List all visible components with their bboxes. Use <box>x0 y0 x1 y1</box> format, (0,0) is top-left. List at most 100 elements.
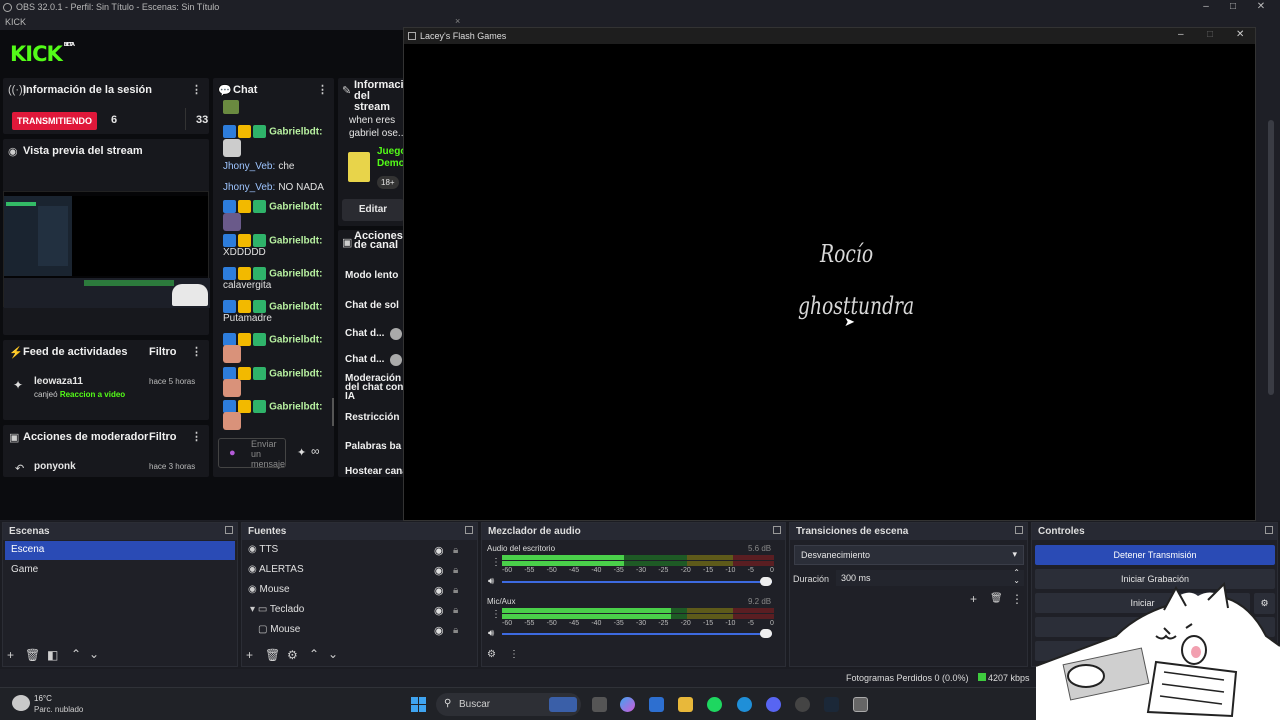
taskbar-search[interactable]: ⚲ Buscar <box>436 693 581 716</box>
mixer-menu-icon[interactable]: ⋮ <box>509 649 519 660</box>
close-icon[interactable]: ✕ <box>1254 1 1268 13</box>
game-window[interactable]: Lacey's Flash Games – □ ✕ Rocío ghosttun… <box>403 27 1256 521</box>
visibility-eye-icon[interactable]: ◉ <box>434 564 444 577</box>
chat-emote <box>223 213 241 231</box>
chat-option[interactable]: Chat d... <box>345 328 384 339</box>
channel-menu-icon[interactable]: ⋮ <box>491 557 501 568</box>
lock-icon[interactable]: 🔒︎ <box>453 565 458 576</box>
restriction-option[interactable]: Restricción <box>345 412 399 423</box>
source-item[interactable]: ◉ ALERTAS <box>248 564 304 584</box>
add-icon[interactable]: + <box>970 592 977 606</box>
move-down-icon[interactable]: ⌄ <box>328 647 338 661</box>
channel-menu-icon[interactable]: ⋮ <box>491 609 501 620</box>
moderator-filter-button[interactable]: Filtro <box>149 431 177 443</box>
move-down-icon[interactable]: ⌄ <box>89 647 99 661</box>
ai-moderation-option[interactable]: Moderación del chat con IA <box>345 374 405 402</box>
moderator-user[interactable]: ponyonk <box>34 461 76 472</box>
minimize-icon[interactable]: – <box>1199 1 1213 13</box>
moderator-menu-icon[interactable]: ⋮ <box>191 430 202 443</box>
chat-option[interactable]: Chat d... <box>345 354 384 365</box>
weather-icon[interactable] <box>12 695 30 711</box>
volume-slider-handle[interactable] <box>760 629 772 638</box>
dock-float-icon[interactable] <box>1015 526 1023 534</box>
add-icon[interactable]: + <box>7 648 14 662</box>
redeem-icon[interactable]: ✦ <box>297 446 306 459</box>
source-item[interactable]: ◉ TTS <box>248 544 278 564</box>
source-item[interactable]: ▢ Mouse <box>258 624 300 644</box>
toggle-switch[interactable] <box>390 354 402 366</box>
transition-select[interactable]: Desvanecimiento ▾ <box>794 545 1024 565</box>
maximize-icon[interactable]: □ <box>1207 29 1213 40</box>
mixer-scale-label: -10 <box>725 620 736 627</box>
task-view-icon[interactable] <box>592 697 607 712</box>
chat-scrollbar[interactable] <box>332 398 334 426</box>
close-icon[interactable]: ✕ <box>1236 29 1244 40</box>
moderator-time: hace 3 horas <box>149 462 196 471</box>
steam-icon[interactable] <box>824 697 839 712</box>
trash-icon[interactable]: 🗑 <box>265 648 280 662</box>
volume-slider[interactable] <box>502 633 772 635</box>
mixer-settings-icon[interactable]: ⚙ <box>487 649 496 660</box>
dock-float-icon[interactable] <box>773 526 781 534</box>
stop-streaming-button[interactable]: Detener Transmisión <box>1035 545 1275 565</box>
scene-item[interactable]: Escena <box>5 541 235 560</box>
edit-button[interactable]: Editar <box>342 199 404 221</box>
gear-icon[interactable]: ⚙ <box>287 648 298 662</box>
move-up-icon[interactable]: ⌃ <box>309 647 319 661</box>
mixer-scale-label: -40 <box>591 567 602 574</box>
add-icon[interactable]: + <box>246 648 253 662</box>
banned-words-option[interactable]: Palabras ba <box>345 441 401 452</box>
trash-icon[interactable]: 🗑 <box>990 593 1003 604</box>
visibility-eye-icon[interactable]: ◉ <box>434 584 444 597</box>
file-explorer-icon[interactable] <box>678 697 693 712</box>
windows-start-icon[interactable] <box>411 697 427 713</box>
session-menu-icon[interactable]: ⋮ <box>191 83 202 96</box>
copilot-icon[interactable] <box>620 697 635 712</box>
activity-filter-button[interactable]: Filtro <box>149 346 177 358</box>
maximize-icon[interactable]: □ <box>1226 1 1240 13</box>
mixer-scale-label: -35 <box>613 567 624 574</box>
lock-icon[interactable]: 🔒︎ <box>453 545 458 556</box>
lock-icon[interactable]: 🔒︎ <box>453 625 458 636</box>
transition-menu-icon[interactable]: ⋮ <box>1011 592 1023 606</box>
lock-icon[interactable]: 🔒︎ <box>453 585 458 596</box>
source-item[interactable]: ◉ Mouse <box>248 584 290 604</box>
volume-slider[interactable] <box>502 581 772 583</box>
spotify-icon[interactable] <box>707 697 722 712</box>
lock-icon[interactable]: 🔒︎ <box>453 605 458 616</box>
dock-close-icon[interactable]: × <box>455 16 460 26</box>
discord-icon[interactable] <box>766 697 781 712</box>
followers-chat-option[interactable]: Chat de sol <box>345 300 399 311</box>
obs-app-icon[interactable] <box>795 697 810 712</box>
speaker-icon[interactable]: 🔊︎ <box>488 576 494 587</box>
stream-preview-thumbnail[interactable] <box>3 191 210 308</box>
chat-menu-icon[interactable]: ⋮ <box>317 83 328 96</box>
source-group[interactable]: ▾ ▭ Teclado <box>250 604 304 624</box>
app-icon[interactable] <box>853 697 868 712</box>
mic-icon[interactable]: ● <box>229 447 236 459</box>
visibility-eye-icon[interactable]: ◉ <box>434 604 444 617</box>
move-up-icon[interactable]: ⌃ <box>71 647 81 661</box>
host-channel-option[interactable]: Hostear cana <box>345 466 408 477</box>
scene-item[interactable]: Game <box>5 561 235 580</box>
dock-float-icon[interactable] <box>225 526 233 534</box>
chat-input[interactable]: ● Enviar un mensaje <box>218 438 286 469</box>
infinity-icon[interactable]: ∞ <box>311 444 320 458</box>
speaker-icon[interactable]: 🔊︎ <box>488 628 494 639</box>
toggle-switch[interactable] <box>390 328 402 340</box>
visibility-eye-icon[interactable]: ◉ <box>434 624 444 637</box>
activity-menu-icon[interactable]: ⋮ <box>191 345 202 358</box>
activity-user[interactable]: leowaza11 <box>34 376 83 387</box>
minimize-icon[interactable]: – <box>1178 29 1184 40</box>
visibility-eye-icon[interactable]: ◉ <box>434 544 444 557</box>
filter-icon[interactable]: ◧ <box>47 648 58 662</box>
dock-float-icon[interactable] <box>465 526 473 534</box>
store-icon[interactable] <box>649 697 664 712</box>
volume-slider-handle[interactable] <box>760 577 772 586</box>
duration-input[interactable]: 300 ms ⌃ ⌄ <box>836 569 1024 586</box>
vertical-scrollbar[interactable] <box>1268 120 1274 395</box>
trash-icon[interactable]: 🗑 <box>25 648 40 662</box>
dock-float-icon[interactable] <box>1265 526 1273 534</box>
slow-mode-option[interactable]: Modo lento <box>345 270 398 281</box>
edge-icon[interactable] <box>737 697 752 712</box>
